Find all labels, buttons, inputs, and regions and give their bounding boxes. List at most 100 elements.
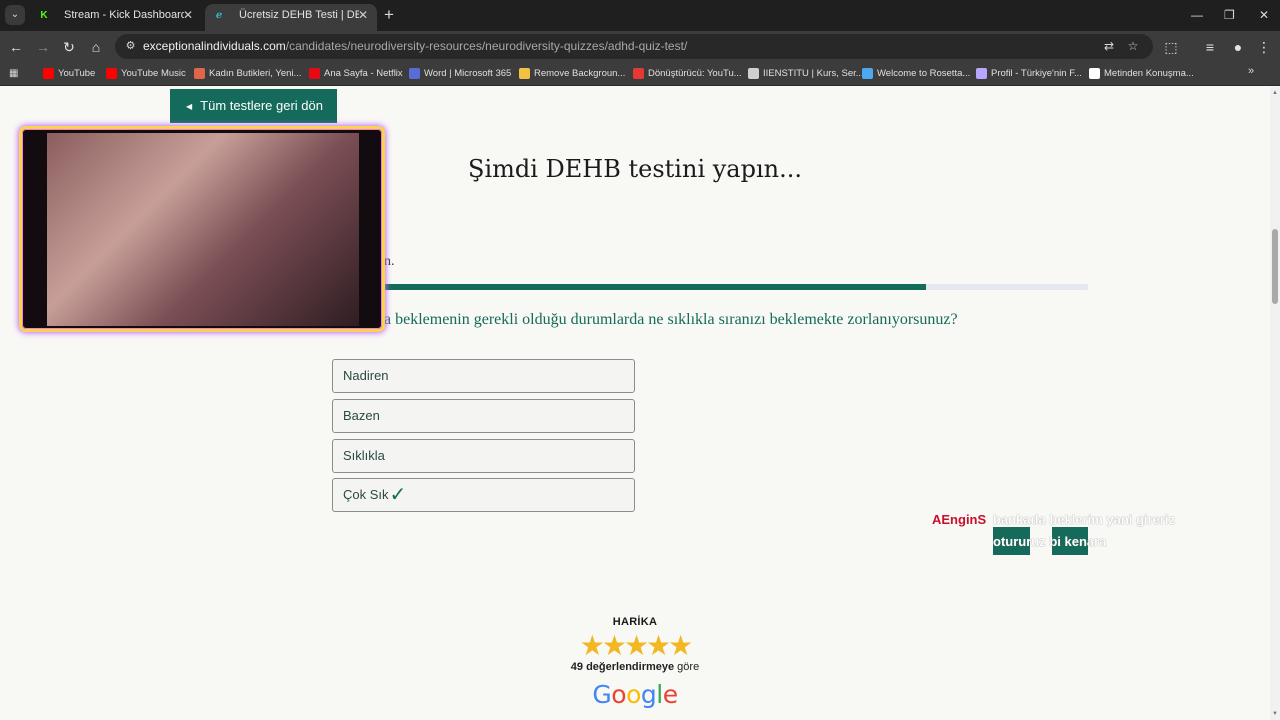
google-logo-letter: e — [662, 680, 678, 709]
close-tab-icon[interactable]: ✕ — [358, 4, 368, 27]
apps-grid-icon[interactable]: ▦ — [9, 68, 21, 80]
review-count: 49 değerlendirmeye göre — [0, 661, 1270, 673]
five-stars-icon: ★★★★★ — [579, 630, 694, 661]
bookmark-item[interactable]: Profil - Türkiye'nin F... — [976, 66, 1082, 82]
bookmark-favicon-icon — [106, 68, 117, 79]
option-label: Nadiren — [343, 368, 389, 383]
bookmark-item[interactable]: Kadın Butikleri, Yeni... — [194, 66, 301, 82]
google-logo-letter: o — [626, 680, 641, 709]
bookmark-label: Ana Sayfa - Netflix — [324, 68, 403, 79]
webcam-overlay — [19, 126, 385, 332]
url-path: /candidates/neurodiversity-resources/neu… — [285, 39, 688, 53]
browser-toolbar: ← → ↻ ⌂ ⚙ exceptionalindividuals.com/can… — [0, 31, 1280, 62]
answer-option-nadiren[interactable]: Nadiren — [332, 359, 635, 393]
page-scrollbar[interactable]: ▲ ▼ — [1270, 87, 1280, 720]
translate-icon[interactable]: ⇄ — [1100, 37, 1118, 55]
url-text[interactable]: exceptionalindividuals.com/candidates/ne… — [143, 34, 687, 59]
answer-option-siklikla[interactable]: Sıklıkla — [332, 439, 635, 473]
streamer-camera-feed — [47, 133, 359, 326]
google-logo-letter: o — [611, 680, 627, 709]
bookmark-item[interactable]: Ana Sayfa - Netflix — [309, 66, 403, 82]
more-bookmarks-icon[interactable]: » — [1248, 65, 1254, 77]
restore-window-icon[interactable]: ❐ — [1224, 6, 1235, 24]
tab-title: Stream - Kick Dashboard — [64, 9, 184, 21]
google-logo: Google — [0, 680, 1270, 709]
option-label: Bazen — [343, 408, 380, 423]
bookmark-item[interactable]: YouTube Music — [106, 66, 186, 82]
step-text-fragment: n. — [384, 254, 395, 269]
forward-arrow-icon[interactable]: → — [33, 37, 53, 57]
close-window-icon[interactable]: ✕ — [1259, 6, 1269, 24]
new-tab-icon[interactable]: + — [384, 4, 394, 26]
exceptional-individuals-favicon-icon: ℯ — [215, 10, 223, 21]
bookmark-favicon-icon — [862, 68, 873, 79]
option-label: Sıklıkla — [343, 448, 385, 463]
bookmark-star-icon[interactable]: ☆ — [1124, 37, 1142, 55]
bookmark-favicon-icon — [748, 68, 759, 79]
check-mark-icon: ✓ — [389, 484, 407, 506]
bookmark-favicon-icon — [1089, 68, 1100, 79]
reload-icon[interactable]: ↻ — [59, 37, 79, 57]
google-logo-letter: G — [592, 680, 612, 709]
caret-left-icon: ◀ — [186, 102, 193, 111]
answer-option-bazen[interactable]: Bazen — [332, 399, 635, 433]
review-count-rest: göre — [674, 661, 700, 673]
chat-message-line-2: otururuz bi kenara — [993, 534, 1107, 549]
tab-search-button[interactable]: ⌄ — [5, 5, 25, 25]
bookmark-item[interactable]: Welcome to Rosetta... — [862, 66, 970, 82]
browser-tab-bar: ⌄ K Stream - Kick Dashboard ✕ ℯ Ücretsiz… — [0, 0, 1280, 31]
question-text: a beklemenin gerekli olduğu durumlarda n… — [384, 311, 958, 328]
review-count-bold: 49 değerlendirmeye — [570, 661, 675, 673]
bookmark-favicon-icon — [194, 68, 205, 79]
back-button-label: Tüm testlere geri dön — [200, 98, 323, 113]
bookmark-item[interactable]: Remove Backgroun... — [519, 66, 625, 82]
tab-adhd-quiz[interactable]: ℯ Ücretsiz DEHB Testi | DEHB'im V ✕ — [205, 4, 377, 31]
minimize-icon[interactable]: — — [1191, 6, 1203, 24]
menu-kebab-icon[interactable]: ⋮ — [1254, 37, 1274, 57]
profile-avatar-icon[interactable]: ● — [1228, 37, 1248, 57]
chat-message-line-1: bankada beklerim yani gireriz — [993, 512, 1176, 527]
bookmark-label: Welcome to Rosetta... — [877, 68, 971, 79]
bookmark-label: YouTube — [58, 68, 96, 79]
chat-username: AEnginS — [932, 512, 987, 527]
tab-kick-dashboard[interactable]: K Stream - Kick Dashboard ✕ — [30, 4, 202, 31]
bookmark-favicon-icon — [43, 68, 54, 79]
quiz-progress-fill — [384, 284, 927, 290]
bookmark-label: YouTube Music — [121, 68, 186, 79]
bookmark-item[interactable]: Metinden Konuşma... — [1089, 66, 1194, 82]
home-icon[interactable]: ⌂ — [86, 37, 106, 57]
bookmark-favicon-icon — [976, 68, 987, 79]
site-info-icon[interactable]: ⚙ — [122, 38, 139, 55]
bookmark-item[interactable]: YouTube — [43, 66, 95, 82]
close-tab-icon[interactable]: ✕ — [183, 4, 193, 27]
answer-option-cok-sik[interactable]: Çok Sık✓ — [332, 478, 635, 512]
bookmark-label: Kadın Butikleri, Yeni... — [209, 68, 302, 79]
rating-label: HARİKA — [612, 616, 658, 628]
google-logo-letter: g — [640, 680, 657, 709]
address-bar[interactable]: ⚙ exceptionalindividuals.com/candidates/… — [115, 34, 1153, 59]
media-control-icon[interactable]: ≡ — [1200, 37, 1220, 57]
bookmark-label: Profil - Türkiye'nin F... — [991, 68, 1082, 79]
bookmark-label: Dönüştürücü: YouTu... — [648, 68, 742, 79]
bookmark-favicon-icon — [633, 68, 644, 79]
bookmark-item[interactable]: Dönüştürücü: YouTu... — [633, 66, 742, 82]
scroll-up-icon[interactable]: ▲ — [1272, 90, 1278, 96]
bookmark-label: Remove Backgroun... — [534, 68, 626, 79]
scroll-down-icon[interactable]: ▼ — [1272, 711, 1278, 717]
tab-title: Ücretsiz DEHB Testi | DEHB'im V — [239, 9, 359, 21]
bookmark-favicon-icon — [309, 68, 320, 79]
kick-favicon-icon: K — [38, 9, 50, 22]
bookmark-item[interactable]: IIENSTITU | Kurs, Ser... — [748, 66, 864, 82]
bookmark-favicon-icon — [519, 68, 530, 79]
bookmark-favicon-icon — [409, 68, 420, 79]
option-label: Çok Sık — [343, 487, 389, 502]
back-arrow-icon[interactable]: ← — [6, 37, 26, 57]
scrollbar-thumb[interactable] — [1272, 229, 1278, 304]
quiz-progress-bar — [384, 284, 1088, 290]
bookmark-label: Metinden Konuşma... — [1104, 68, 1194, 79]
bookmark-label: IIENSTITU | Kurs, Ser... — [763, 68, 864, 79]
bookmark-item[interactable]: Word | Microsoft 365 — [409, 66, 511, 82]
bookmark-label: Word | Microsoft 365 — [424, 68, 512, 79]
extensions-icon[interactable]: ⬚ — [1161, 37, 1181, 57]
back-to-all-tests-button[interactable]: ◀ Tüm testlere geri dön — [170, 89, 337, 123]
